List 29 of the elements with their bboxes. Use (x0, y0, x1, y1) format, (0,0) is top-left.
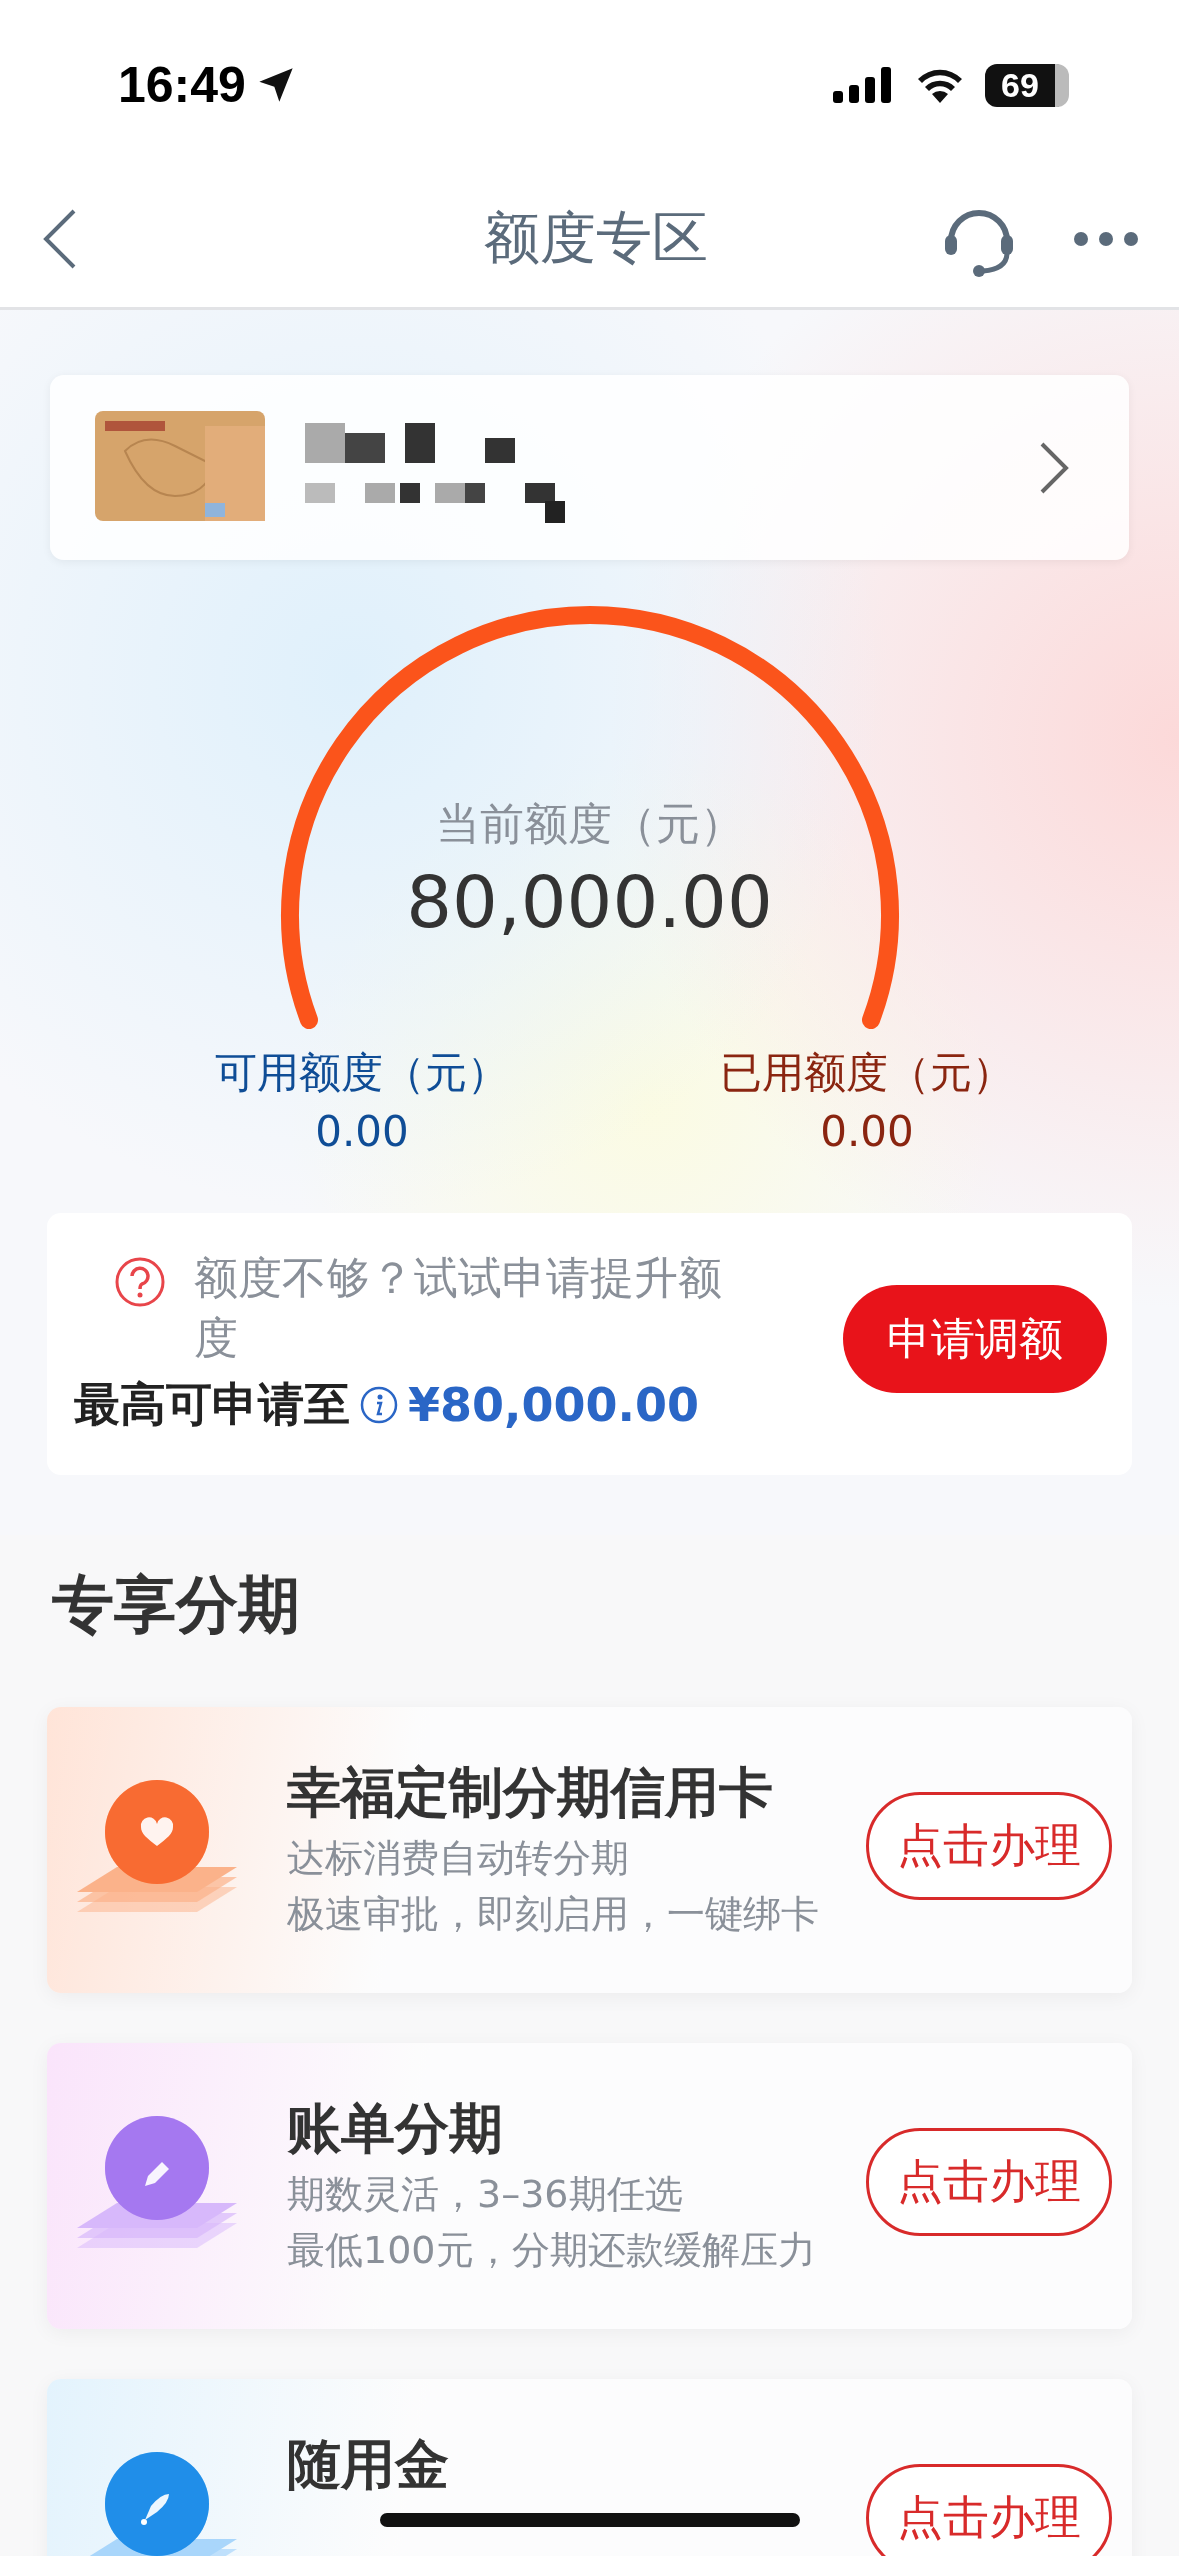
available-limit-label: 可用额度（元） (215, 1047, 509, 1099)
used-limit-value: 0.00 (819, 1107, 915, 1156)
help-icon (114, 1256, 166, 1308)
product-title: 账单分期 (287, 2096, 504, 2162)
product-description: 期数灵活，3–36期任选 (287, 2171, 684, 2218)
product-description: 最低100元，分期还款缓解压力 (287, 2227, 817, 2274)
card-selector[interactable] (50, 375, 1129, 560)
page-title: 额度专区 (482, 203, 708, 272)
chevron-right-icon (1039, 440, 1069, 495)
product-description: 极速审批，即刻启用，一键绑卡 (287, 1891, 820, 1938)
product-title: 随用金 (287, 2432, 450, 2498)
max-limit-label: 最高可申请至 (74, 1376, 350, 1433)
apply-button[interactable]: 点击办理 (866, 2464, 1112, 2556)
status-time: 16:49 (118, 56, 246, 114)
used-limit-label: 已用额度（元） (720, 1047, 1014, 1099)
max-limit-value: ¥80,000.00 (408, 1378, 699, 1432)
current-limit-label: 当前额度（元） (434, 797, 745, 851)
section-title: 专享分期 (51, 1567, 301, 1643)
apply-button[interactable]: 点击办理 (866, 1792, 1112, 1900)
current-limit-value: 80,000.00 (405, 860, 774, 944)
raise-prompt: 额度不够？试试申请提升额度 (194, 1251, 723, 1365)
apply-button[interactable]: 点击办理 (866, 2128, 1112, 2236)
product-description: 达标消费自动转分期 (287, 1835, 630, 1882)
adjust-limit-button[interactable]: 申请调额 (843, 1285, 1107, 1393)
available-limit-value: 0.00 (314, 1107, 410, 1156)
battery-level: 69 (985, 63, 1069, 107)
info-icon[interactable] (360, 1386, 398, 1424)
more-icon[interactable] (1073, 230, 1139, 247)
product-title: 幸福定制分期信用卡 (287, 1760, 774, 1826)
